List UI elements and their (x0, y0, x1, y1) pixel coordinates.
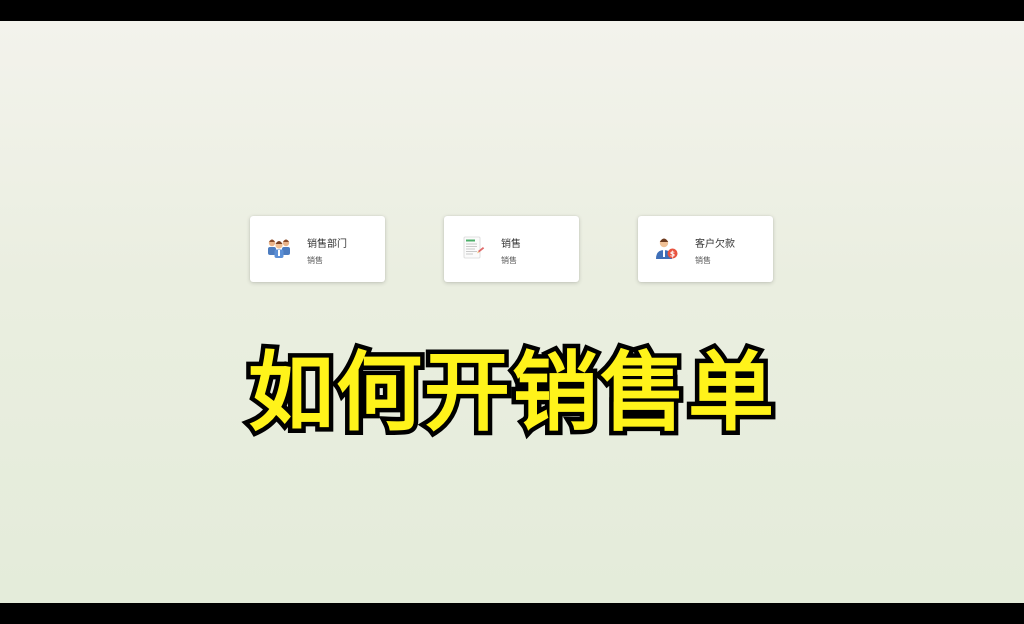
card-customer-debt[interactable]: $ 客户欠款 销售 (638, 216, 773, 282)
card-subtitle: 销售 (501, 256, 517, 265)
letterbox-bottom (0, 603, 1024, 624)
svg-text:$: $ (670, 249, 675, 258)
card-subtitle: 销售 (307, 256, 323, 265)
card-sales[interactable]: 销售 销售 (444, 216, 579, 282)
card-title: 销售 (501, 239, 521, 250)
letterbox-top (0, 0, 1024, 21)
video-frame: 销售部门 销售 销售 销售 $ 客户欠款 销售 如何开销售单 (0, 0, 1024, 624)
card-title: 客户欠款 (695, 239, 735, 250)
card-title: 销售部门 (307, 239, 347, 250)
team-people-icon (264, 233, 294, 263)
sales-document-icon (458, 233, 488, 263)
card-subtitle: 销售 (695, 256, 711, 265)
customer-debt-icon: $ (652, 233, 682, 263)
app-canvas: 销售部门 销售 销售 销售 $ 客户欠款 销售 如何开销售单 (0, 21, 1024, 603)
card-sales-department[interactable]: 销售部门 销售 (250, 216, 385, 282)
video-caption: 如何开销售单 (244, 339, 779, 448)
